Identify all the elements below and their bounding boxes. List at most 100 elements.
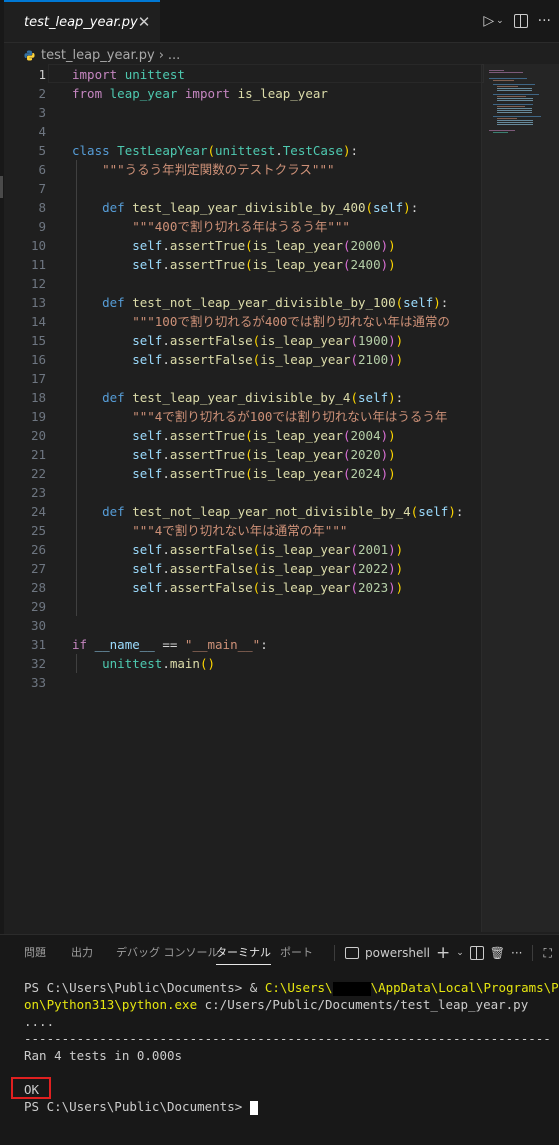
indent-guide [76, 521, 77, 616]
terminal-output[interactable]: PS C:\Users\Public\Documents> & C:\Users… [24, 979, 559, 1115]
code-text: def test_leap_year_divisible_by_4(self): [102, 390, 404, 405]
line-number: 30 [30, 618, 46, 633]
terminal-line: .... [24, 1014, 55, 1029]
indent-guide [76, 407, 77, 502]
minimap-slider[interactable] [481, 64, 559, 932]
code-line[interactable]: 30 [4, 616, 480, 635]
terminal-dropdown-chevron-icon[interactable]: ⌄ [456, 948, 464, 958]
code-text: from leap_year import is_leap_year [72, 86, 328, 101]
tab-ports[interactable]: ポート [280, 935, 313, 971]
code-text: """4で割り切れない年は通常の年""" [72, 523, 348, 538]
minimap-line [497, 112, 532, 113]
code-text: """400で割り切れる年はうるう年""" [72, 219, 350, 234]
line-number: 20 [30, 428, 46, 443]
tab-terminal[interactable]: ターミナル [216, 935, 271, 971]
code-text: self.assertFalse(is_leap_year(1900)) [132, 333, 404, 348]
terminal-line: OK [24, 1082, 40, 1097]
code-line[interactable]: 3 [4, 103, 480, 122]
minimap-line [497, 120, 533, 121]
panel-actions: powershell + ⌄ 🗑 ··· ⛶ [330, 935, 552, 971]
minimap-line [497, 90, 532, 91]
breadcrumb-more[interactable]: ... [168, 48, 180, 63]
panel-tabs: 問題 出力 デバッグ コンソール ターミナル ポート powershell + … [0, 935, 559, 971]
terminal-icon [345, 947, 359, 959]
line-number: 5 [38, 143, 46, 158]
redacted-username [332, 981, 371, 996]
minimap-line [497, 100, 533, 101]
code-text: self.assertFalse(is_leap_year(2022)) [132, 561, 404, 576]
python-file-icon [24, 49, 35, 61]
code-line[interactable]: 31 if __name__ == "__main__": [4, 635, 480, 654]
terminal-line: Ran 4 tests in 0.000s [24, 1048, 183, 1063]
line-number: 31 [30, 637, 46, 652]
breadcrumb: test_leap_year.py › ... [24, 46, 180, 64]
line-number: 3 [38, 105, 46, 120]
line-number: 16 [30, 352, 46, 367]
add-terminal-icon[interactable]: + [436, 943, 450, 963]
split-terminal-icon[interactable] [469, 946, 484, 960]
trash-icon[interactable]: 🗑 [490, 946, 505, 960]
line-number: 23 [30, 485, 46, 500]
code-text: self.assertFalse(is_leap_year(2023)) [132, 580, 404, 595]
terminal-cursor [249, 1100, 258, 1115]
line-number: 19 [30, 409, 46, 424]
code-text: self.assertTrue(is_leap_year(2000)) [132, 238, 396, 253]
line-number: 18 [30, 390, 46, 405]
line-number: 28 [30, 580, 46, 595]
breadcrumb-file[interactable]: test_leap_year.py [41, 48, 155, 63]
code-text: unittest.main() [102, 656, 216, 671]
tab-label: test_leap_year.py [24, 14, 138, 30]
line-number: 9 [38, 219, 46, 234]
minimap[interactable] [481, 64, 559, 934]
code-line[interactable]: 1 import unittest [4, 65, 480, 84]
minimap-line [497, 108, 532, 109]
line-number: 12 [30, 276, 46, 291]
editor-tab-test-leap-year[interactable]: test_leap_year.py ✕ [4, 0, 160, 42]
run-icon[interactable]: ▷ [483, 13, 494, 29]
minimap-line [493, 132, 508, 133]
code-line[interactable]: 4 [4, 122, 480, 141]
code-text: self.assertTrue(is_leap_year(2400)) [132, 257, 396, 272]
line-number: 2 [38, 86, 46, 101]
indent-guide [76, 217, 77, 274]
line-number: 14 [30, 314, 46, 329]
editor-actions: ▷ ⌄ ··· [483, 0, 551, 42]
code-editor[interactable]: 1 import unittest 2 from leap_year import i… [4, 64, 484, 934]
code-text: def test_leap_year_divisible_by_400(self… [102, 200, 419, 215]
tab-output[interactable]: 出力 [71, 935, 93, 971]
minimap-line [497, 96, 526, 97]
code-line[interactable]: 2 from leap_year import is_leap_year [4, 84, 480, 103]
tab-problems[interactable]: 問題 [24, 935, 46, 971]
close-icon[interactable]: ✕ [138, 13, 151, 31]
minimap-line [497, 98, 533, 99]
line-number: 15 [30, 333, 46, 348]
line-number: 1 [38, 67, 46, 82]
line-number: 24 [30, 504, 46, 519]
tab-bar: test_leap_year.py ✕ ▷ ⌄ ··· [4, 0, 559, 43]
minimap-line [493, 104, 533, 105]
code-text: self.assertTrue(is_leap_year(2004)) [132, 428, 396, 443]
ok-highlight-box [11, 1077, 51, 1099]
line-number: 11 [30, 257, 46, 272]
more-actions-icon[interactable]: ··· [538, 13, 551, 29]
code-text: self.assertTrue(is_leap_year(2020)) [132, 447, 396, 462]
minimap-line [489, 78, 527, 79]
code-text: class TestLeapYear(unittest.TestCase): [72, 143, 359, 158]
code-line[interactable]: 33 [4, 673, 480, 692]
terminal-name[interactable]: powershell [365, 946, 430, 960]
terminal-line: PS C:\Users\Public\Documents> & C:\Users… [24, 980, 559, 996]
code-text: """うるう年判定関数のテストクラス""" [72, 162, 335, 177]
line-number: 4 [38, 124, 46, 139]
code-line[interactable]: 5 class TestLeapYear(unittest.TestCase): [4, 141, 480, 160]
tab-debug-console[interactable]: デバッグ コンソール [116, 935, 219, 971]
more-actions-icon[interactable]: ··· [511, 946, 522, 960]
maximize-panel-icon[interactable]: ⛶ [543, 946, 551, 961]
minimap-line [493, 84, 535, 85]
code-text: """100で割り切れるが400では割り切れない年は通常の [72, 314, 450, 329]
run-dropdown-chevron-icon[interactable]: ⌄ [496, 16, 504, 26]
divider [532, 945, 534, 961]
line-number: 26 [30, 542, 46, 557]
split-editor-icon[interactable] [513, 14, 528, 28]
line-number: 29 [30, 599, 46, 614]
